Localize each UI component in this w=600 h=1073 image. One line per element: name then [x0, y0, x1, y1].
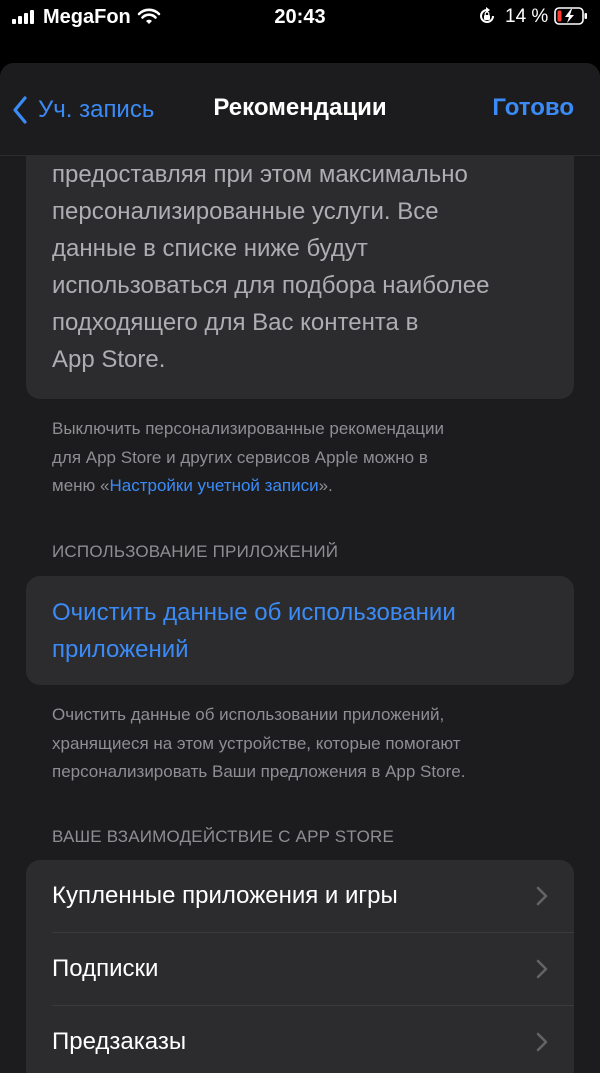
recommendations-sheet: Уч. запись Рекомендации Готово предостав… — [0, 63, 600, 1073]
row-purchased-apps[interactable]: Купленные приложения и игры — [26, 860, 574, 933]
clear-app-usage-button[interactable]: Очистить данные об использовании приложе… — [26, 576, 574, 685]
intro-line: предоставляя при этом максимально — [52, 161, 468, 188]
intro-line: данные в списке ниже будут — [52, 235, 368, 262]
note-line: Выключить персонализированные рекомендац… — [52, 419, 445, 438]
intro-line: персонализированные услуги. Все — [52, 198, 439, 225]
intro-line: подходящего для Вас контента в — [52, 309, 419, 336]
row-label: Подписки — [52, 955, 159, 982]
note-line: меню «Настройки учетной записи». — [52, 472, 552, 501]
clear-label-line: приложений — [52, 636, 189, 663]
note-line: хранящиеся на этом устройстве, которые п… — [52, 733, 461, 753]
chevron-right-icon — [536, 886, 548, 906]
row-label: Купленные приложения и игры — [52, 882, 398, 909]
interactions-list: Купленные приложения и игры Подписки Пре… — [26, 860, 574, 1073]
done-button[interactable]: Готово — [492, 94, 574, 122]
clear-label-line: Очистить данные об использовании — [52, 599, 456, 626]
note-line: Очистить данные об использовании приложе… — [52, 705, 445, 724]
navigation-bar: Уч. запись Рекомендации Готово — [0, 63, 600, 156]
battery-percent: 14 % — [505, 6, 549, 27]
status-bar: MegaFon 20:43 14 % — [0, 0, 600, 36]
note-line: персонализировать Ваши предложения в App… — [52, 762, 466, 781]
row-preorders[interactable]: Предзаказы — [26, 1006, 574, 1073]
account-settings-link[interactable]: Настройки учетной записи — [109, 476, 318, 495]
note-text: ». — [318, 476, 333, 495]
personalization-note: Выключить персонализированные рекомендац… — [52, 415, 552, 501]
app-usage-note: Очистить данные об использовании приложе… — [52, 701, 552, 787]
rotation-lock-icon — [480, 7, 494, 23]
note-text: меню « — [52, 476, 110, 495]
section-header-interactions: ВАШЕ ВЗАИМОДЕЙСТВИЕ С APP STORE — [52, 827, 395, 846]
section-header-app-usage: ИСПОЛЬЗОВАНИЕ ПРИЛОЖЕНИЙ — [52, 542, 339, 561]
battery-charging-icon — [554, 7, 587, 25]
clear-app-usage-label: Очистить данные об использовании приложе… — [52, 594, 554, 668]
intro-text: предоставляя при этом максимально персон… — [52, 156, 554, 378]
row-label: Предзаказы — [52, 1028, 187, 1055]
row-subscriptions[interactable]: Подписки — [26, 933, 574, 1006]
chevron-right-icon — [536, 959, 548, 979]
note-line: для App Store и других сервисов Apple мо… — [52, 447, 428, 467]
chevron-right-icon — [536, 1032, 548, 1052]
intro-line: использоваться для подбора наиболее — [52, 272, 490, 299]
intro-line: App Store. — [52, 346, 166, 373]
